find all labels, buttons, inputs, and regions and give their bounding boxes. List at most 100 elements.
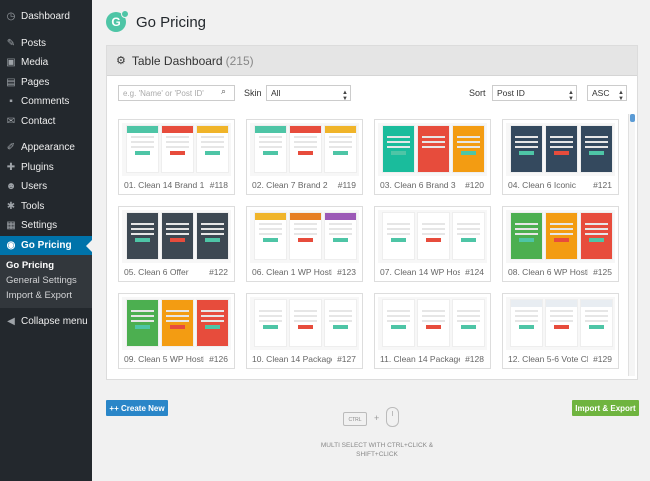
feature-line	[131, 136, 154, 138]
feature-line	[515, 141, 538, 143]
feature-line	[166, 228, 189, 230]
skin-select-value: All	[271, 88, 281, 98]
feature-line	[550, 320, 573, 322]
feature-line	[457, 233, 480, 235]
submenu-item[interactable]: General Settings	[0, 273, 92, 288]
table-preview-column	[452, 212, 485, 260]
sidebar-item-users[interactable]: ☻ Users	[0, 177, 92, 197]
feature-line	[131, 223, 154, 225]
feature-line	[166, 320, 189, 322]
pricing-table-card[interactable]: 02. Clean 7 Brand 2 #119	[246, 119, 363, 195]
column-button	[589, 238, 604, 242]
admin-sidebar: ◷ Dashboard ✎ Posts ▣ Media ▤ Pages ▪ Co…	[0, 0, 92, 481]
sidebar-item-posts[interactable]: ✎ Posts	[0, 34, 92, 54]
feature-line	[201, 223, 224, 225]
feature-line	[515, 315, 538, 317]
pricing-table-card[interactable]: 11. Clean 14 Packages 2 #128	[374, 293, 491, 369]
sidebar-item-media[interactable]: ▣ Media	[0, 53, 92, 73]
submenu-item[interactable]: Import & Export	[0, 288, 92, 303]
sidebar-item-contact[interactable]: ✉ Contact	[0, 112, 92, 132]
sidebar-item-comments[interactable]: ▪ Comments	[0, 92, 92, 112]
feature-line	[294, 146, 317, 148]
sidebar-item-pages[interactable]: ▤ Pages	[0, 73, 92, 93]
table-preview-column	[126, 125, 159, 173]
table-preview-column	[452, 125, 485, 173]
pricing-table-card[interactable]: 04. Clean 6 Iconic #121	[502, 119, 619, 195]
sidebar-item-settings[interactable]: ▦ Settings	[0, 216, 92, 236]
pricing-table-card[interactable]: 08. Clean 6 WP Hosting #125	[502, 206, 619, 282]
table-thumbnail	[506, 297, 615, 350]
pricing-table-card[interactable]: 09. Clean 5 WP Hosting #126	[118, 293, 235, 369]
sidebar-item-appearance[interactable]: ✐ Appearance	[0, 138, 92, 158]
sidebar-item-dashboard[interactable]: ◷ Dashboard	[0, 7, 92, 27]
column-header	[453, 300, 484, 307]
pricing-table-card[interactable]: 03. Clean 6 Brand 3 #120	[374, 119, 491, 195]
table-name: 08. Clean 6 WP Hosting	[508, 267, 588, 277]
order-select[interactable]: ASC ▲ ▼	[587, 85, 627, 102]
create-new-button[interactable]: ++ Create New	[106, 400, 168, 416]
pricing-table-card[interactable]: 01. Clean 14 Brand 1 #118	[118, 119, 235, 195]
feature-line	[550, 310, 573, 312]
sidebar-item-tools[interactable]: ✱ Tools	[0, 197, 92, 217]
search-input[interactable]: e.g. 'Name' or 'Post ID'	[118, 85, 235, 101]
table-preview-column	[254, 212, 287, 260]
sort-select[interactable]: Post ID ▲ ▼	[492, 85, 577, 102]
grid-scrollbar[interactable]	[628, 114, 635, 376]
column-header	[255, 300, 286, 307]
feature-line	[329, 223, 352, 225]
filter-bar: e.g. 'Name' or 'Post ID' ⌕ Skin All ▲ ▼ S…	[107, 83, 637, 105]
feature-line	[515, 233, 538, 235]
feature-line	[387, 310, 410, 312]
table-preview-column	[196, 125, 229, 173]
sidebar-item-go-pricing[interactable]: ◉ Go Pricing	[0, 235, 92, 255]
feature-line	[422, 223, 445, 225]
column-button	[135, 325, 150, 329]
table-thumbnail	[122, 297, 231, 350]
collapse-icon: ◀	[7, 316, 15, 328]
pricing-table-card[interactable]: 07. Clean 14 WP Hosting #124	[374, 206, 491, 282]
column-header	[546, 213, 577, 220]
table-preview-column	[417, 212, 450, 260]
feature-line	[387, 223, 410, 225]
feature-line	[201, 233, 224, 235]
pricing-table-card[interactable]: 06. Clean 1 WP Hosting #123	[246, 206, 363, 282]
mouse-icon	[386, 407, 399, 427]
sidebar-item-label: Comments	[21, 96, 70, 108]
table-preview-column	[382, 299, 415, 347]
search-icon[interactable]: ⌕	[221, 86, 226, 97]
column-header	[383, 300, 414, 307]
pricing-table-card[interactable]: 10. Clean 14 Packages 1 #127	[246, 293, 363, 369]
feature-line	[166, 310, 189, 312]
column-header	[197, 126, 228, 133]
sort-select-value: Post ID	[497, 88, 525, 98]
column-button	[170, 238, 185, 242]
feature-line	[294, 223, 317, 225]
column-button	[333, 151, 348, 155]
column-header	[162, 300, 193, 307]
column-button	[298, 325, 313, 329]
table-name: 05. Clean 6 Offer	[124, 267, 189, 277]
feature-line	[294, 141, 317, 143]
table-preview-column	[510, 125, 543, 173]
ctrl-key-icon: CTRL	[343, 412, 367, 426]
submenu-item[interactable]: Go Pricing	[0, 258, 92, 273]
column-header	[290, 126, 321, 133]
brush-icon: ✐	[6, 142, 16, 154]
column-header	[511, 300, 542, 307]
feature-line	[329, 141, 352, 143]
skin-select[interactable]: All ▲ ▼	[266, 85, 351, 102]
feature-line	[550, 141, 573, 143]
sidebar-item-plugins[interactable]: ✚ Plugins	[0, 158, 92, 178]
import-export-button[interactable]: Import & Export	[572, 400, 639, 416]
table-id: #122	[209, 267, 228, 277]
scrollbar-thumb[interactable]	[630, 114, 635, 122]
pricing-table-card[interactable]: 05. Clean 6 Offer #122	[118, 206, 235, 282]
column-header	[325, 126, 356, 133]
collapse-menu-button[interactable]: ◀ Collapse menu	[0, 312, 92, 332]
sidebar-item-label: Posts	[21, 37, 47, 49]
feature-line	[422, 141, 445, 143]
column-button	[170, 325, 185, 329]
feature-line	[131, 141, 154, 143]
table-preview-column	[545, 125, 578, 173]
pricing-table-card[interactable]: 12. Clean 5-6 Vote Class #129	[502, 293, 619, 369]
